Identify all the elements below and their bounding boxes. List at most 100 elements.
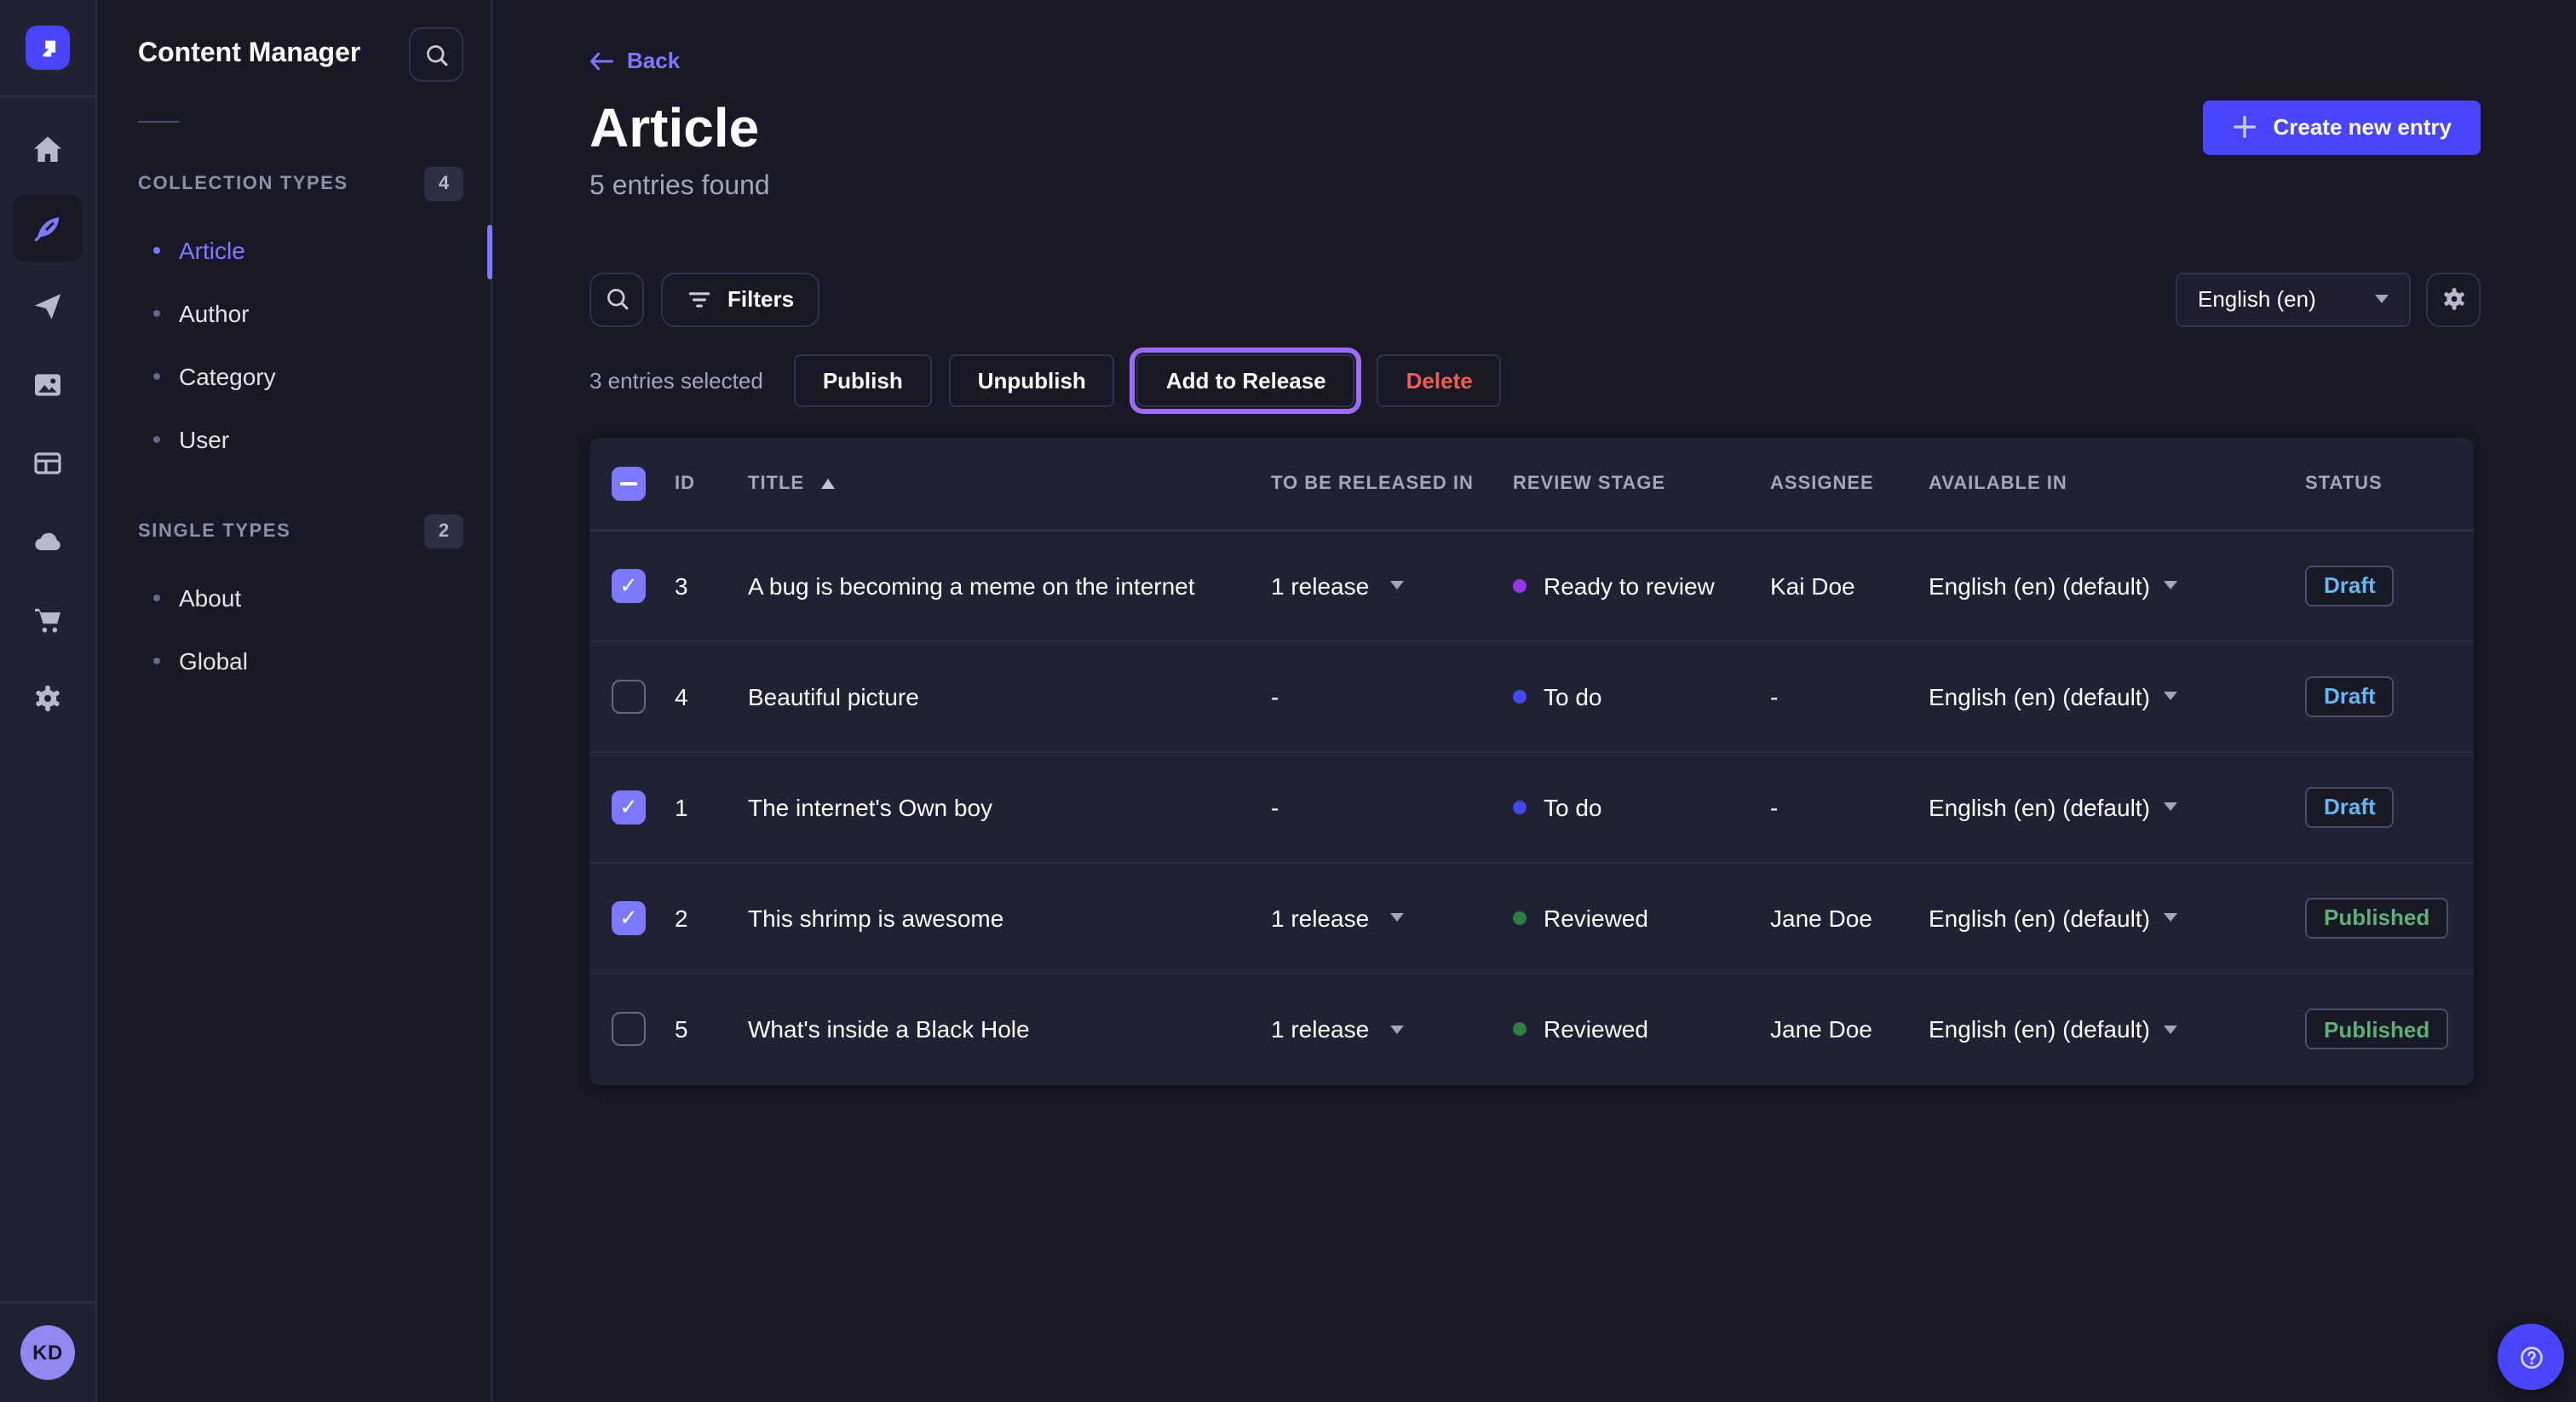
stage-label: To do xyxy=(1544,682,1602,710)
section-count-badge: 4 xyxy=(424,167,463,201)
main-content: Back Article Create new entry 5 entries … xyxy=(492,0,2576,1402)
bullet-icon xyxy=(153,372,160,379)
release-label: 1 release xyxy=(1271,904,1369,931)
row-locale-dropdown[interactable]: English (en) (default) xyxy=(1929,904,2305,931)
back-link[interactable]: Back xyxy=(589,48,680,73)
section-count-badge: 2 xyxy=(424,514,463,549)
view-settings-gear-icon[interactable] xyxy=(2426,272,2481,326)
column-header-available: AVAILABLE IN xyxy=(1929,473,2305,493)
gear-icon[interactable] xyxy=(14,664,82,733)
row-review-stage: Ready to review xyxy=(1513,572,1770,599)
row-locale-dropdown[interactable]: English (en) (default) xyxy=(1929,793,2305,820)
selection-count: 3 entries selected xyxy=(589,367,763,393)
rail-icon-list xyxy=(14,116,82,733)
logo-section xyxy=(0,0,95,97)
chevron-down-icon xyxy=(2164,692,2177,700)
strapi-logo[interactable] xyxy=(26,26,70,70)
row-title: The internet's Own boy xyxy=(748,793,1271,820)
row-status: Draft xyxy=(2305,565,2474,606)
row-review-stage: Reviewed xyxy=(1513,1015,1770,1043)
media-pictures-icon[interactable] xyxy=(14,351,82,419)
cloud-icon[interactable] xyxy=(14,508,82,576)
filters-button[interactable]: Filters xyxy=(661,272,819,326)
filter-icon xyxy=(687,287,712,311)
row-release-dropdown: - xyxy=(1271,682,1513,710)
subnav-item-about[interactable]: About xyxy=(97,566,491,629)
toolbar-right: English (en) xyxy=(2176,272,2481,326)
row-locale-dropdown[interactable]: English (en) (default) xyxy=(1929,572,2305,599)
locale-label: English (en) (default) xyxy=(1929,572,2150,599)
stage-label: Reviewed xyxy=(1544,904,1648,931)
row-locale-dropdown[interactable]: English (en) (default) xyxy=(1929,682,2305,710)
subnav-item-article[interactable]: Article xyxy=(97,218,491,281)
column-header-status: STATUS xyxy=(2305,473,2474,493)
search-icon[interactable] xyxy=(589,272,644,326)
row-checkbox[interactable]: ✓ xyxy=(612,790,646,824)
section-header: SINGLE TYPES 2 xyxy=(97,514,491,549)
section-items: About Global xyxy=(97,566,491,692)
row-status: Published xyxy=(2305,897,2474,938)
subnav-item-author[interactable]: Author xyxy=(97,281,491,344)
unpublish-button[interactable]: Unpublish xyxy=(949,353,1115,406)
status-badge: Draft xyxy=(2305,675,2395,716)
stage-label: Reviewed xyxy=(1544,1015,1648,1043)
paper-plane-icon[interactable] xyxy=(14,273,82,341)
question-circle-icon xyxy=(2516,1342,2546,1372)
row-checkbox[interactable]: ✓ xyxy=(612,568,646,602)
row-locale-dropdown[interactable]: English (en) (default) xyxy=(1929,1015,2305,1043)
release-label: 1 release xyxy=(1271,1015,1369,1043)
layout-card-icon[interactable] xyxy=(14,429,82,497)
delete-button[interactable]: Delete xyxy=(1377,353,1502,406)
subnav-item-user[interactable]: User xyxy=(97,407,491,470)
column-header-id[interactable]: ID xyxy=(668,473,748,493)
page-title: Article xyxy=(589,96,759,158)
chevron-down-icon xyxy=(1389,581,1403,589)
strapi-admin-app: KD Content Manager COLLECTION TYPES 4 Ar… xyxy=(0,0,2576,1402)
sort-ascending-icon xyxy=(821,478,835,488)
row-release-dropdown[interactable]: 1 release xyxy=(1271,1015,1513,1043)
chevron-down-icon xyxy=(2164,581,2177,589)
row-title: What's inside a Black Hole xyxy=(748,1015,1271,1043)
help-button[interactable] xyxy=(2498,1324,2564,1390)
cart-icon[interactable] xyxy=(14,586,82,654)
create-new-entry-button[interactable]: Create new entry xyxy=(2203,100,2481,154)
user-avatar[interactable]: KD xyxy=(20,1325,75,1380)
column-header-title[interactable]: TITLE xyxy=(748,473,1271,493)
select-all-checkbox[interactable]: ✓ xyxy=(612,466,646,500)
row-title: A bug is becoming a meme on the internet xyxy=(748,572,1271,599)
subnav-item-category[interactable]: Category xyxy=(97,344,491,407)
row-release-dropdown[interactable]: 1 release xyxy=(1271,904,1513,931)
row-checkbox[interactable]: ✓ xyxy=(612,900,646,934)
status-badge: Published xyxy=(2305,897,2448,938)
chevron-down-icon xyxy=(2164,1025,2177,1033)
section-header: COLLECTION TYPES 4 xyxy=(97,167,491,201)
row-release-dropdown: - xyxy=(1271,793,1513,820)
table-header-row: ✓ ID TITLE TO BE RELEASED IN REVIEW STAG… xyxy=(589,437,2474,531)
publish-button[interactable]: Publish xyxy=(794,353,932,406)
locale-select[interactable]: English (en) xyxy=(2176,272,2411,326)
row-id: 4 xyxy=(668,682,748,710)
subnav-item-label: Global xyxy=(179,646,248,674)
subnav-section: COLLECTION TYPES 4 Article Author Catego… xyxy=(97,167,491,470)
status-badge: Draft xyxy=(2305,565,2395,606)
row-status: Draft xyxy=(2305,675,2474,716)
subnav-item-global[interactable]: Global xyxy=(97,629,491,692)
search-icon[interactable] xyxy=(409,27,463,82)
row-assignee: - xyxy=(1770,682,1929,710)
row-status: Published xyxy=(2305,1008,2474,1049)
subnav-item-label: Author xyxy=(179,299,250,326)
column-header-released: TO BE RELEASED IN xyxy=(1271,473,1513,493)
stage-dot-icon xyxy=(1513,578,1527,592)
stage-dot-icon xyxy=(1513,689,1527,703)
row-checkbox[interactable]: ✓ xyxy=(612,679,646,713)
title-row: Article Create new entry xyxy=(589,96,2481,158)
add-to-release-button[interactable]: Add to Release xyxy=(1137,353,1355,406)
row-release-dropdown[interactable]: 1 release xyxy=(1271,572,1513,599)
row-checkbox[interactable]: ✓ xyxy=(612,1012,646,1046)
row-id: 5 xyxy=(668,1015,748,1043)
feather-content-icon[interactable] xyxy=(14,194,82,262)
locale-label: English (en) (default) xyxy=(1929,904,2150,931)
stage-dot-icon xyxy=(1513,800,1527,813)
row-assignee: - xyxy=(1770,793,1929,820)
home-icon[interactable] xyxy=(14,116,82,184)
